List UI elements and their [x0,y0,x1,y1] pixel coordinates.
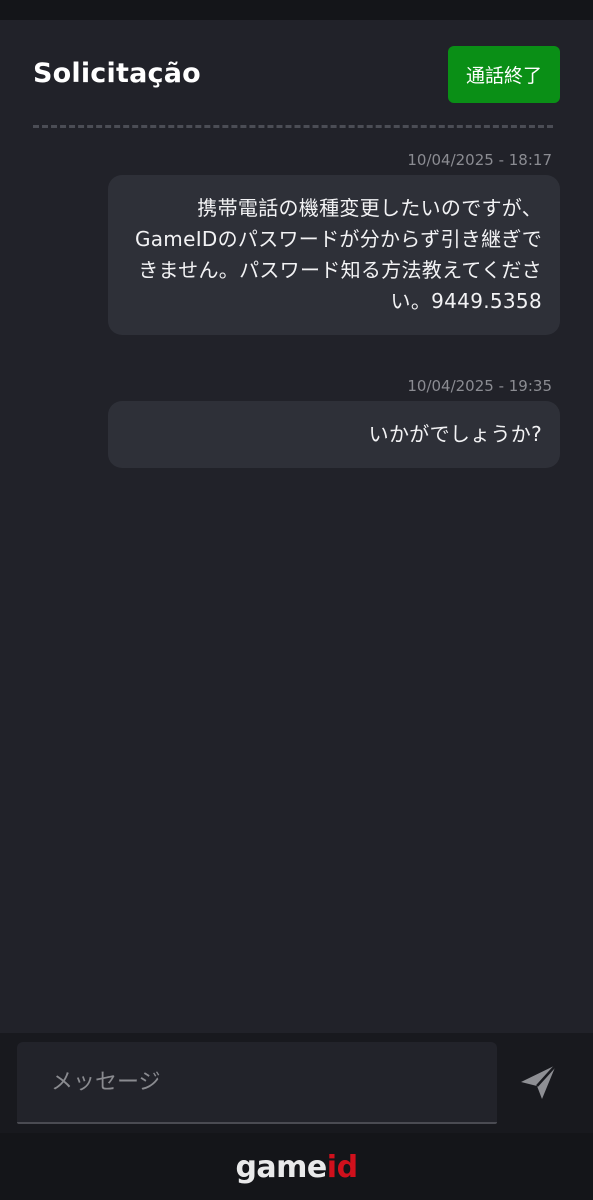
message-input[interactable] [17,1042,497,1124]
message-list[interactable]: 10/04/2025 - 18:17 携帯電話の機種変更したいのですが、Game… [0,130,593,1030]
message-bubble: いかがでしょうか? [108,401,560,468]
message-composer [0,1033,593,1133]
message-item: 10/04/2025 - 19:35 いかがでしょうか? [108,371,560,468]
send-button[interactable] [512,1055,564,1107]
chat-header: Solicitação 通話終了 [0,20,593,130]
logo-text-game: game [235,1150,327,1185]
message-bubble: 携帯電話の機種変更したいのですが、GameIDのパスワードが分からず引き継ぎでき… [108,175,560,335]
status-bar [0,0,593,20]
logo-text-id: id [326,1150,358,1185]
page-title: Solicitação [33,58,201,89]
send-icon [521,1064,557,1099]
message-timestamp: 10/04/2025 - 19:35 [407,377,552,395]
chat-screen: Solicitação 通話終了 10/04/2025 - 18:17 携帯電話… [0,0,593,1200]
message-item: 10/04/2025 - 18:17 携帯電話の機種変更したいのですが、Game… [108,145,560,335]
footer: gameid [0,1133,593,1200]
header-divider [33,125,553,128]
message-timestamp: 10/04/2025 - 18:17 [407,151,552,169]
end-call-button[interactable]: 通話終了 [448,46,560,103]
gameid-logo: gameid [0,1151,593,1185]
